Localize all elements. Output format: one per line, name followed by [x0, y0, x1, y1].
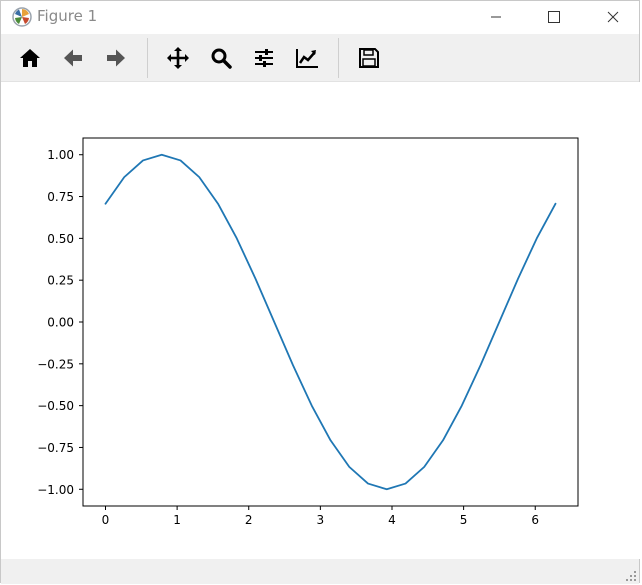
- y-tick-label: −1.00: [37, 483, 74, 497]
- figure-canvas[interactable]: 0 1 2 3 4 5 6 1.00 0.75 0.50 0.25 0.00 −0.25 −0.50 −0.…: [1, 82, 641, 559]
- figure-window: Figure 1 0 1 2 3 4 5 6 1.00 0.75 0.50 0.…: [0, 0, 641, 584]
- close-icon: [607, 11, 619, 22]
- save-button[interactable]: [351, 40, 387, 76]
- matplotlib-logo-icon: [11, 6, 33, 28]
- line-chart-icon: [296, 49, 318, 68]
- x-tick-label: 3: [317, 513, 325, 527]
- arrow-left-icon: [64, 49, 82, 67]
- maximize-button[interactable]: [531, 1, 577, 32]
- x-tick-label: 0: [102, 513, 110, 527]
- plot-background: [83, 138, 578, 506]
- x-tick-label: 5: [460, 513, 468, 527]
- y-tick-label: −0.50: [37, 399, 74, 413]
- title-bar[interactable]: Figure 1: [1, 1, 639, 32]
- y-tick-label: 0.00: [47, 316, 74, 330]
- resize-grip-icon[interactable]: [625, 570, 637, 582]
- chart-area: 0 1 2 3 4 5 6 1.00 0.75 0.50 0.25 0.00 −0.25 −0.50 −0.…: [37, 137, 579, 527]
- zoom-button[interactable]: [203, 40, 239, 76]
- x-tick-label: 4: [388, 513, 396, 527]
- move-icon: [167, 47, 189, 69]
- y-tick-label: 0.50: [47, 232, 74, 246]
- minimize-icon: [491, 16, 501, 17]
- back-button[interactable]: [55, 40, 91, 76]
- x-tick-label: 2: [245, 513, 253, 527]
- arrow-right-icon: [107, 49, 125, 67]
- x-tick-label: 1: [173, 513, 181, 527]
- configure-subplots-button[interactable]: [246, 40, 282, 76]
- forward-button[interactable]: [98, 40, 134, 76]
- sliders-icon: [255, 49, 273, 67]
- home-icon: [20, 49, 40, 67]
- toolbar-separator: [147, 38, 148, 78]
- minimize-button[interactable]: [473, 1, 519, 32]
- toolbar-separator: [338, 38, 339, 78]
- magnifier-icon: [211, 48, 232, 69]
- y-tick-label: 0.25: [47, 274, 74, 288]
- y-tick-label: 0.75: [47, 190, 74, 204]
- window-title: Figure 1: [37, 7, 98, 25]
- status-bar: [1, 559, 639, 584]
- y-tick-label: −0.75: [37, 441, 74, 455]
- x-tick-label: 6: [531, 513, 539, 527]
- home-button[interactable]: [12, 40, 48, 76]
- navigation-toolbar: [1, 34, 639, 82]
- edit-axes-button[interactable]: [289, 40, 325, 76]
- y-tick-label: −0.25: [37, 357, 74, 371]
- maximize-icon: [548, 10, 560, 23]
- floppy-icon: [359, 48, 379, 68]
- y-tick-label: 1.00: [47, 148, 74, 162]
- pan-button[interactable]: [160, 40, 196, 76]
- close-button[interactable]: [590, 1, 636, 32]
